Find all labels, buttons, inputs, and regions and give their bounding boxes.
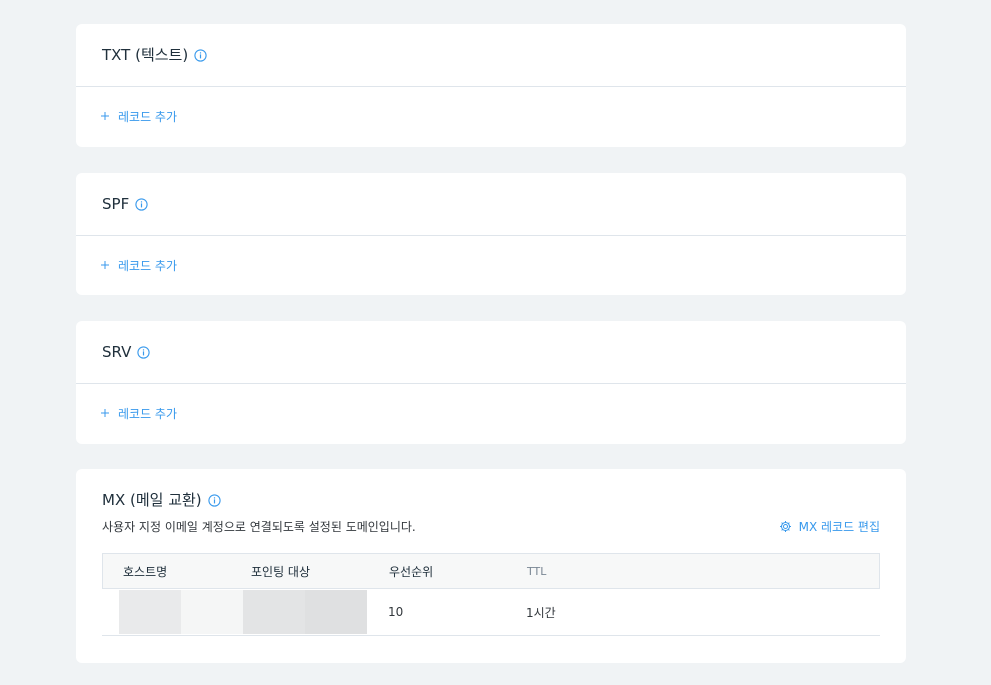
txt-card-body: 레코드 추가 bbox=[76, 87, 906, 145]
edit-mx-records-button[interactable]: MX 레코드 편집 bbox=[779, 518, 880, 535]
hostname-cell bbox=[102, 590, 243, 634]
redacted-target bbox=[243, 590, 305, 634]
plus-icon bbox=[100, 111, 110, 121]
mx-records-table: 호스트명 포인팅 대상 우선순위 TTL 10 1시간 bbox=[102, 553, 880, 636]
column-header-points-to: 포인팅 대상 bbox=[251, 564, 311, 579]
add-record-label: 레코드 추가 bbox=[118, 258, 178, 273]
spf-card-header: SPF bbox=[76, 173, 906, 236]
redacted-hostname bbox=[119, 590, 181, 634]
priority-cell: 10 bbox=[388, 605, 404, 619]
mx-record-card: MX (메일 교환) 사용자 지정 이메일 계정으로 연결되도록 설정된 도메인… bbox=[76, 469, 906, 663]
mx-subtitle: 사용자 지정 이메일 계정으로 연결되도록 설정된 도메인입니다. bbox=[102, 520, 416, 534]
mx-card-title: MX (메일 교환) bbox=[102, 491, 202, 509]
gear-icon bbox=[779, 520, 792, 533]
column-header-hostname: 호스트명 bbox=[123, 564, 168, 579]
spf-record-card: SPF 레코드 추가 bbox=[76, 173, 906, 295]
plus-icon bbox=[100, 408, 110, 418]
info-icon[interactable] bbox=[208, 494, 221, 507]
add-record-label: 레코드 추가 bbox=[118, 406, 178, 421]
table-row[interactable]: 10 1시간 bbox=[102, 589, 880, 636]
spf-card-title: SPF bbox=[102, 195, 130, 213]
redacted-target-part bbox=[305, 590, 367, 634]
add-record-label: 레코드 추가 bbox=[118, 109, 178, 124]
info-icon[interactable] bbox=[137, 346, 151, 359]
info-icon[interactable] bbox=[194, 49, 207, 62]
srv-add-record-button[interactable]: 레코드 추가 bbox=[100, 405, 177, 422]
ttl-cell: 1시간 bbox=[526, 605, 556, 620]
txt-card-header: TXT (텍스트) bbox=[76, 24, 906, 87]
points-to-cell bbox=[243, 590, 388, 634]
srv-card-header: SRV bbox=[76, 321, 906, 384]
column-header-ttl: TTL bbox=[527, 564, 547, 578]
txt-card-title: TXT (텍스트) bbox=[102, 46, 189, 64]
srv-card-title: SRV bbox=[102, 343, 132, 361]
plus-icon bbox=[100, 260, 110, 270]
spf-add-record-button[interactable]: 레코드 추가 bbox=[100, 257, 177, 274]
column-header-priority: 우선순위 bbox=[389, 564, 434, 579]
srv-record-card: SRV 레코드 추가 bbox=[76, 321, 906, 444]
mx-table-header: 호스트명 포인팅 대상 우선순위 TTL bbox=[102, 554, 880, 589]
srv-card-body: 레코드 추가 bbox=[76, 384, 906, 442]
txt-record-card: TXT (텍스트) 레코드 추가 bbox=[76, 24, 906, 147]
info-icon[interactable] bbox=[135, 198, 148, 211]
txt-add-record-button[interactable]: 레코드 추가 bbox=[100, 108, 177, 125]
edit-mx-records-label: MX 레코드 편집 bbox=[798, 520, 880, 534]
mx-card-header: MX (메일 교환) 사용자 지정 이메일 계정으로 연결되도록 설정된 도메인… bbox=[76, 469, 906, 535]
spf-card-body: 레코드 추가 bbox=[76, 236, 906, 294]
redacted-hostname-part bbox=[181, 590, 243, 634]
